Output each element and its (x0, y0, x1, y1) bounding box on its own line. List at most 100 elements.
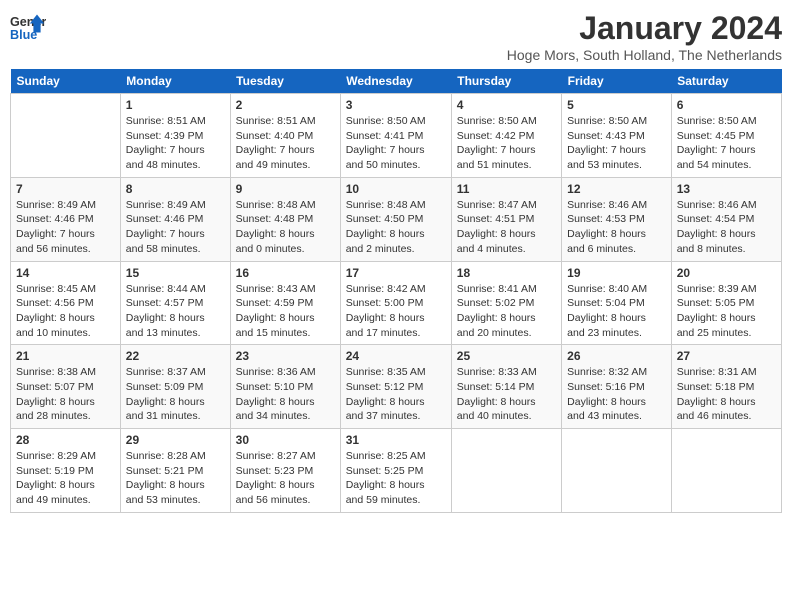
day-number: 2 (236, 98, 335, 112)
day-number: 23 (236, 349, 335, 363)
calendar-cell: 31 Sunrise: 8:25 AM Sunset: 5:25 PM Dayli… (340, 429, 451, 513)
day-info: Sunrise: 8:39 AM Sunset: 5:05 PM Dayligh… (677, 282, 776, 341)
day-number: 30 (236, 433, 335, 447)
calendar-cell: 6 Sunrise: 8:50 AM Sunset: 4:45 PM Daylig… (671, 94, 781, 178)
col-sunday: Sunday (11, 69, 121, 94)
day-number: 4 (457, 98, 556, 112)
day-info: Sunrise: 8:51 AM Sunset: 4:39 PM Dayligh… (126, 114, 225, 173)
day-number: 26 (567, 349, 666, 363)
day-number: 20 (677, 266, 776, 280)
day-info: Sunrise: 8:38 AM Sunset: 5:07 PM Dayligh… (16, 365, 115, 424)
day-number: 6 (677, 98, 776, 112)
calendar-cell: 16 Sunrise: 8:43 AM Sunset: 4:59 PM Dayli… (230, 261, 340, 345)
day-number: 14 (16, 266, 115, 280)
day-number: 27 (677, 349, 776, 363)
calendar-cell: 27 Sunrise: 8:31 AM Sunset: 5:18 PM Dayli… (671, 345, 781, 429)
day-number: 3 (346, 98, 446, 112)
calendar-cell: 17Sunrise: 8:42 AM Sunset: 5:00 PM Dayli… (340, 261, 451, 345)
page-header: General Blue January 2024 Hoge Mors, Sou… (10, 10, 782, 63)
day-number: 7 (16, 182, 115, 196)
calendar-cell: 11 Sunrise: 8:47 AM Sunset: 4:51 PM Dayli… (451, 177, 561, 261)
day-info: Sunrise: 8:46 AM Sunset: 4:54 PM Dayligh… (677, 198, 776, 257)
day-info: Sunrise: 8:40 AM Sunset: 5:04 PM Dayligh… (567, 282, 666, 341)
day-number: 10 (346, 182, 446, 196)
calendar-cell: 29 Sunrise: 8:28 AM Sunset: 5:21 PM Dayli… (120, 429, 230, 513)
logo: General Blue (10, 10, 46, 46)
calendar-cell: 19 Sunrise: 8:40 AM Sunset: 5:04 PM Dayli… (562, 261, 672, 345)
calendar-cell: 9Sunrise: 8:48 AM Sunset: 4:48 PM Daylig… (230, 177, 340, 261)
day-info: Sunrise: 8:51 AM Sunset: 4:40 PM Dayligh… (236, 114, 335, 173)
calendar-cell: 30 Sunrise: 8:27 AM Sunset: 5:23 PM Dayli… (230, 429, 340, 513)
calendar-cell: 23 Sunrise: 8:36 AM Sunset: 5:10 PM Dayli… (230, 345, 340, 429)
day-info: Sunrise: 8:50 AM Sunset: 4:41 PM Dayligh… (346, 114, 446, 173)
calendar-cell: 14 Sunrise: 8:45 AM Sunset: 4:56 PM Dayli… (11, 261, 121, 345)
title-block: January 2024 Hoge Mors, South Holland, T… (507, 10, 782, 63)
day-info: Sunrise: 8:33 AM Sunset: 5:14 PM Dayligh… (457, 365, 556, 424)
calendar-cell: 3 Sunrise: 8:50 AM Sunset: 4:41 PM Daylig… (340, 94, 451, 178)
day-info: Sunrise: 8:36 AM Sunset: 5:10 PM Dayligh… (236, 365, 335, 424)
day-number: 28 (16, 433, 115, 447)
day-info: Sunrise: 8:25 AM Sunset: 5:25 PM Dayligh… (346, 449, 446, 508)
calendar-cell: 24 Sunrise: 8:35 AM Sunset: 5:12 PM Dayli… (340, 345, 451, 429)
day-number: 9 (236, 182, 335, 196)
day-info: Sunrise: 8:29 AM Sunset: 5:19 PM Dayligh… (16, 449, 115, 508)
day-number: 5 (567, 98, 666, 112)
col-saturday: Saturday (671, 69, 781, 94)
col-monday: Monday (120, 69, 230, 94)
day-info: Sunrise: 8:50 AM Sunset: 4:45 PM Dayligh… (677, 114, 776, 173)
calendar-week-row: 1 Sunrise: 8:51 AM Sunset: 4:39 PM Daylig… (11, 94, 782, 178)
logo-icon: General Blue (10, 10, 46, 46)
day-number: 19 (567, 266, 666, 280)
day-number: 8 (126, 182, 225, 196)
day-number: 12 (567, 182, 666, 196)
col-thursday: Thursday (451, 69, 561, 94)
calendar-week-row: 21 Sunrise: 8:38 AM Sunset: 5:07 PM Dayli… (11, 345, 782, 429)
day-number: 16 (236, 266, 335, 280)
day-info: Sunrise: 8:49 AM Sunset: 4:46 PM Dayligh… (16, 198, 115, 257)
day-info: Sunrise: 8:41 AM Sunset: 5:02 PM Dayligh… (457, 282, 556, 341)
day-info: Sunrise: 8:44 AM Sunset: 4:57 PM Dayligh… (126, 282, 225, 341)
day-info: Sunrise: 8:31 AM Sunset: 5:18 PM Dayligh… (677, 365, 776, 424)
day-number: 22 (126, 349, 225, 363)
day-info: Sunrise: 8:37 AM Sunset: 5:09 PM Dayligh… (126, 365, 225, 424)
calendar-header-row: Sunday Monday Tuesday Wednesday Thursday… (11, 69, 782, 94)
day-info: Sunrise: 8:49 AM Sunset: 4:46 PM Dayligh… (126, 198, 225, 257)
day-number: 25 (457, 349, 556, 363)
col-friday: Friday (562, 69, 672, 94)
day-number: 24 (346, 349, 446, 363)
day-number: 11 (457, 182, 556, 196)
day-number: 18 (457, 266, 556, 280)
day-number: 15 (126, 266, 225, 280)
day-info: Sunrise: 8:32 AM Sunset: 5:16 PM Dayligh… (567, 365, 666, 424)
month-title: January 2024 (507, 10, 782, 47)
day-number: 29 (126, 433, 225, 447)
day-info: Sunrise: 8:42 AM Sunset: 5:00 PM Dayligh… (346, 282, 446, 341)
calendar-cell: 1 Sunrise: 8:51 AM Sunset: 4:39 PM Daylig… (120, 94, 230, 178)
day-info: Sunrise: 8:47 AM Sunset: 4:51 PM Dayligh… (457, 198, 556, 257)
calendar-cell: 13Sunrise: 8:46 AM Sunset: 4:54 PM Dayli… (671, 177, 781, 261)
calendar-cell: 25 Sunrise: 8:33 AM Sunset: 5:14 PM Dayli… (451, 345, 561, 429)
day-info: Sunrise: 8:43 AM Sunset: 4:59 PM Dayligh… (236, 282, 335, 341)
calendar-cell: 28 Sunrise: 8:29 AM Sunset: 5:19 PM Dayli… (11, 429, 121, 513)
calendar-cell: 18 Sunrise: 8:41 AM Sunset: 5:02 PM Dayli… (451, 261, 561, 345)
calendar-cell: 22 Sunrise: 8:37 AM Sunset: 5:09 PM Dayli… (120, 345, 230, 429)
calendar-cell: 7 Sunrise: 8:49 AM Sunset: 4:46 PM Daylig… (11, 177, 121, 261)
day-info: Sunrise: 8:27 AM Sunset: 5:23 PM Dayligh… (236, 449, 335, 508)
day-info: Sunrise: 8:45 AM Sunset: 4:56 PM Dayligh… (16, 282, 115, 341)
calendar-cell: 4Sunrise: 8:50 AM Sunset: 4:42 PM Daylig… (451, 94, 561, 178)
day-number: 31 (346, 433, 446, 447)
calendar-cell: 5Sunrise: 8:50 AM Sunset: 4:43 PM Daylig… (562, 94, 672, 178)
calendar-week-row: 14 Sunrise: 8:45 AM Sunset: 4:56 PM Dayli… (11, 261, 782, 345)
day-number: 1 (126, 98, 225, 112)
calendar-cell: 20 Sunrise: 8:39 AM Sunset: 5:05 PM Dayli… (671, 261, 781, 345)
day-info: Sunrise: 8:35 AM Sunset: 5:12 PM Dayligh… (346, 365, 446, 424)
day-info: Sunrise: 8:28 AM Sunset: 5:21 PM Dayligh… (126, 449, 225, 508)
day-info: Sunrise: 8:46 AM Sunset: 4:53 PM Dayligh… (567, 198, 666, 257)
location-title: Hoge Mors, South Holland, The Netherland… (507, 47, 782, 63)
calendar-cell: 21 Sunrise: 8:38 AM Sunset: 5:07 PM Dayli… (11, 345, 121, 429)
calendar-cell: 15 Sunrise: 8:44 AM Sunset: 4:57 PM Dayli… (120, 261, 230, 345)
calendar-cell: 8 Sunrise: 8:49 AM Sunset: 4:46 PM Daylig… (120, 177, 230, 261)
calendar-cell (562, 429, 672, 513)
col-wednesday: Wednesday (340, 69, 451, 94)
day-number: 21 (16, 349, 115, 363)
